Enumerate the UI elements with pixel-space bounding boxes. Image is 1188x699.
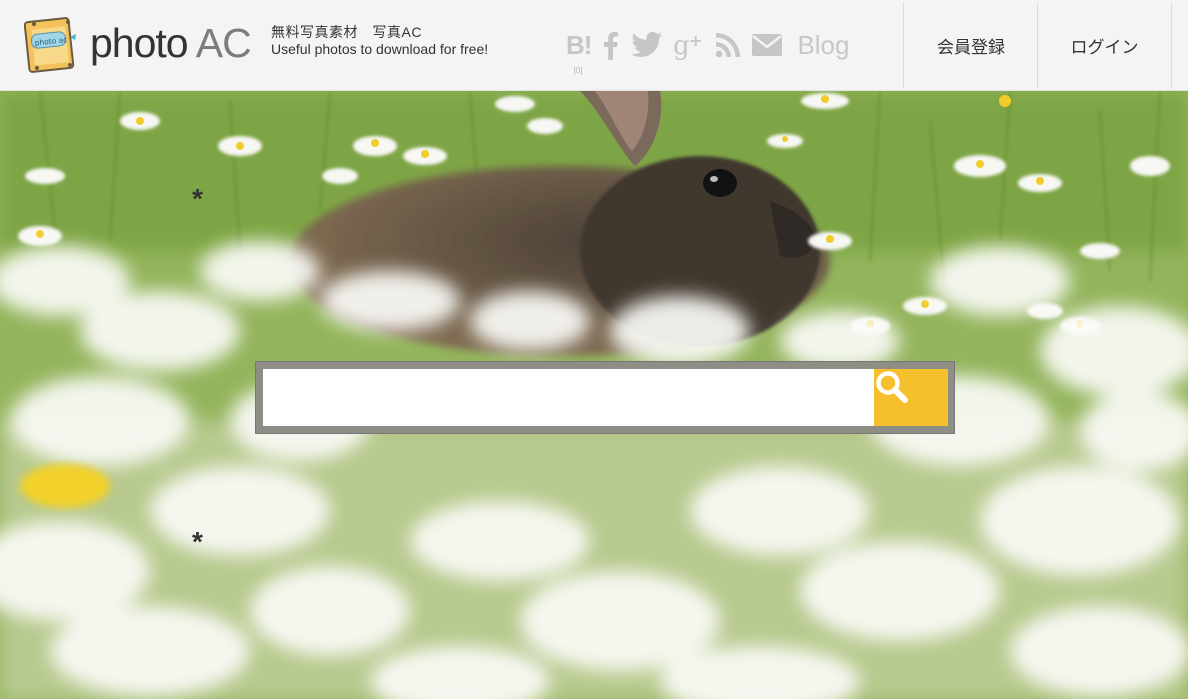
site-logo[interactable]: photo AC	[90, 19, 252, 67]
hatena-bookmark-icon[interactable]: B!	[566, 30, 592, 61]
decorative-asterisk: *	[192, 183, 203, 214]
svg-text:g: g	[673, 31, 690, 60]
tagline-japanese: 無料写真素材 写真AC	[271, 24, 422, 40]
svg-text:+: +	[689, 31, 702, 50]
search-bar	[255, 361, 955, 434]
logo-word-photo: photo	[90, 20, 189, 66]
login-button[interactable]: ログイン	[1037, 2, 1172, 88]
logo-word-ac: AC	[195, 20, 252, 66]
register-button[interactable]: 会員登録	[903, 2, 1038, 88]
blog-link[interactable]: Blog	[797, 30, 849, 61]
social-links: B! g + Blog	[566, 28, 849, 62]
facebook-icon[interactable]	[601, 30, 621, 60]
rss-icon[interactable]	[715, 32, 741, 58]
tagline-english: Useful photos to download for free!	[271, 41, 489, 57]
logo-badge-icon[interactable]: photo ac	[23, 15, 76, 73]
search-input[interactable]	[263, 369, 874, 426]
hero-banner: * *	[0, 91, 1188, 699]
search-button[interactable]	[874, 369, 948, 426]
site-tagline: 無料写真素材 写真AC Useful photos to download fo…	[271, 24, 488, 58]
site-header: photo ac photo AC 無料写真素材 写真AC Useful pho…	[0, 0, 1188, 91]
mail-icon[interactable]	[751, 32, 783, 58]
search-icon	[876, 371, 908, 403]
twitter-icon[interactable]	[631, 31, 663, 59]
hatena-count: [0]	[573, 66, 583, 75]
google-plus-icon[interactable]: g +	[673, 30, 705, 60]
decorative-asterisk: *	[192, 526, 203, 557]
